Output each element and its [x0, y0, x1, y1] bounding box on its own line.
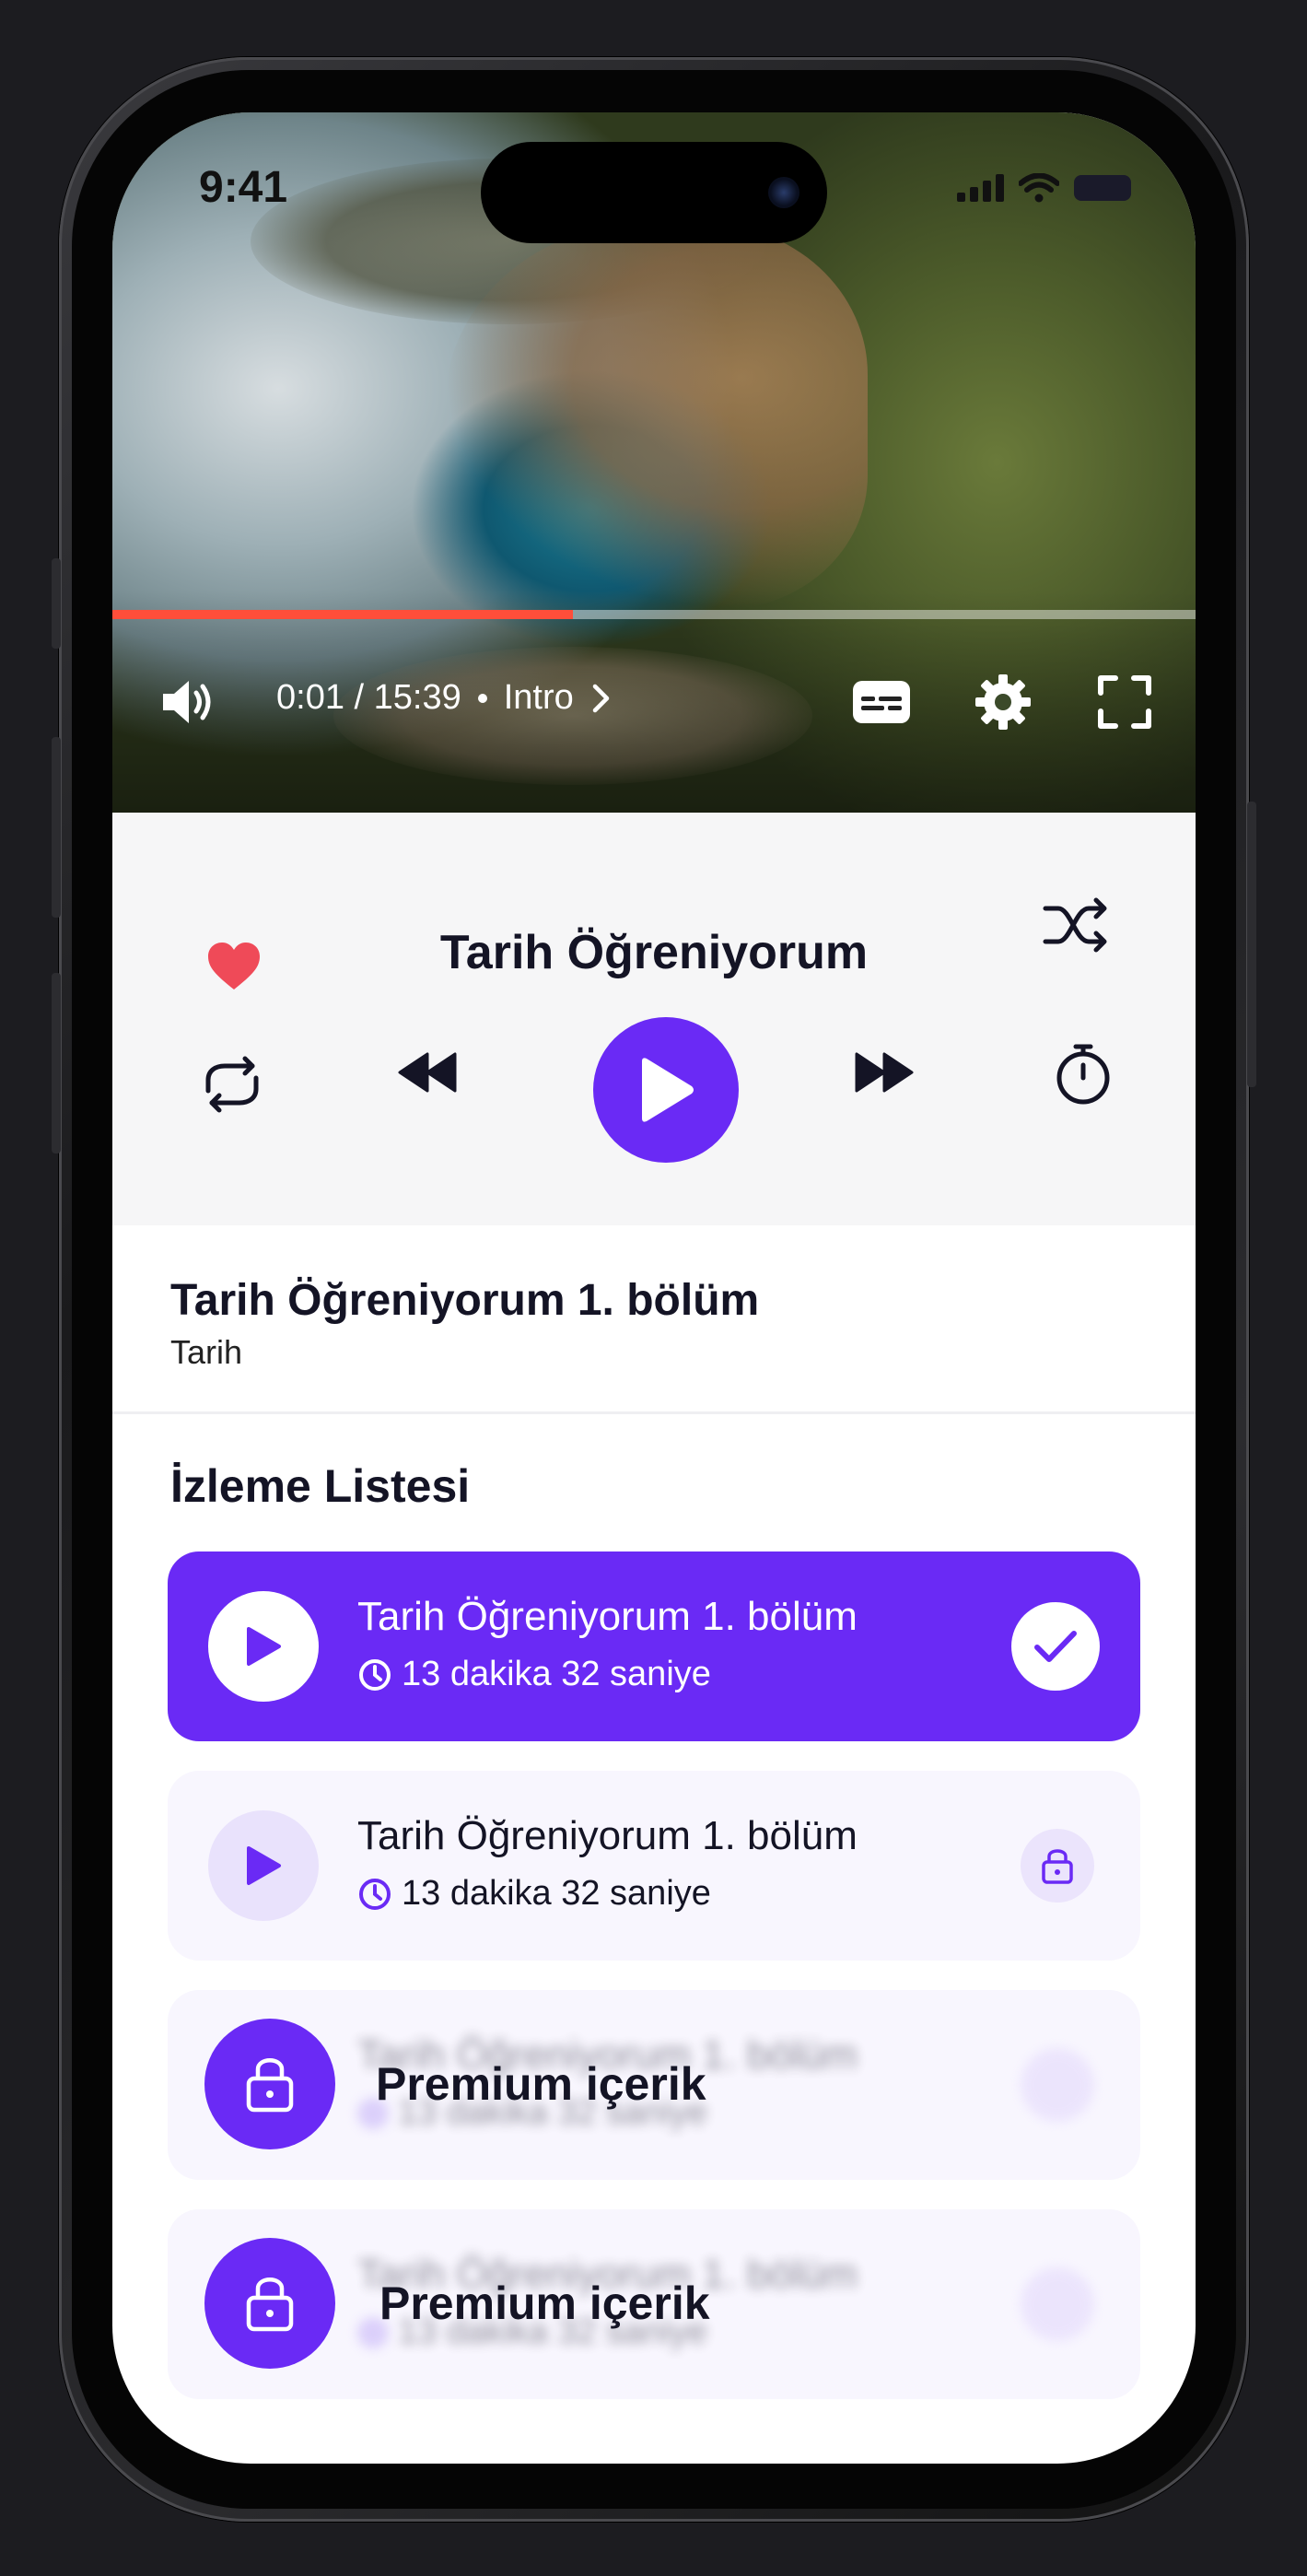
- video-progress-bar[interactable]: [112, 610, 1196, 619]
- cellular-signal-icon: [957, 174, 1004, 202]
- duration-text: 13 dakika 32 saniye: [402, 1874, 711, 1913]
- wifi-icon: [1019, 173, 1059, 203]
- subtitles-icon[interactable]: [849, 665, 914, 739]
- clock-icon: [359, 1658, 391, 1691]
- play-circle[interactable]: [208, 1591, 319, 1702]
- action-button: [52, 558, 61, 649]
- episode-title: Tarih Öğreniyorum 1. bölüm: [170, 1276, 760, 1325]
- volume-up-button: [52, 737, 61, 918]
- rewind-icon[interactable]: [396, 1052, 459, 1093]
- status-icons: [957, 173, 1131, 203]
- watchlist-item-locked[interactable]: Tarih Öğreniyorum 1. bölüm 13 dakika 32 …: [168, 1771, 1140, 1961]
- lock-badge: [1021, 2048, 1094, 2122]
- volume-icon[interactable]: [155, 665, 219, 739]
- video-controls: 0:01 / 15:39 Intro: [112, 665, 1196, 739]
- chevron-right-icon[interactable]: [590, 682, 613, 715]
- premium-lock-button[interactable]: [204, 2019, 335, 2149]
- checkmark-icon: [1034, 1631, 1077, 1662]
- duration-text: 13 dakika 32 saniye: [402, 1655, 711, 1693]
- list-item-duration: 13 dakika 32 saniye: [357, 1874, 711, 1914]
- play-icon: [642, 1058, 694, 1122]
- chapter-label[interactable]: Intro: [504, 678, 574, 718]
- lock-icon: [246, 2277, 294, 2332]
- episode-info: Tarih Öğreniyorum 1. bölüm Tarih: [170, 1275, 759, 1372]
- lock-badge: [1021, 1829, 1094, 1903]
- premium-overlay[interactable]: Premium içerik: [204, 2019, 706, 2149]
- favorite-heart-icon[interactable]: [206, 942, 262, 996]
- episode-category: Tarih: [170, 1333, 243, 1371]
- lock-icon: [1042, 1849, 1073, 1884]
- list-item-title: Tarih Öğreniyorum 1. bölüm: [357, 1594, 858, 1639]
- fullscreen-icon[interactable]: [1092, 665, 1157, 739]
- watchlist-item-completed[interactable]: Tarih Öğreniyorum 1. bölüm 13 dakika 32 …: [168, 1551, 1140, 1741]
- shuffle-icon[interactable]: [1043, 896, 1111, 959]
- timer-stopwatch-icon[interactable]: [1054, 1041, 1113, 1106]
- volume-down-button: [52, 973, 61, 1153]
- video-time-info: 0:01 / 15:39 Intro: [276, 678, 613, 718]
- premium-label: Premium içerik: [376, 2058, 706, 2110]
- section-divider: [112, 1411, 1196, 1414]
- video-player[interactable]: 9:41 0:01 / 15:39 Intro: [112, 112, 1196, 813]
- player-title: Tarih Öğreniyorum: [439, 926, 869, 979]
- play-icon: [247, 1846, 281, 1885]
- completed-check-badge: [1011, 1602, 1100, 1691]
- video-frame-cliff: [444, 223, 868, 610]
- premium-overlay[interactable]: Premium içerik: [204, 2238, 710, 2369]
- status-time: 9:41: [199, 163, 288, 212]
- premium-label: Premium içerik: [379, 2277, 710, 2329]
- app-screen: 9:41 0:01 / 15:39 Intro Tarih Öğreniyoru…: [112, 112, 1196, 2464]
- dynamic-island: [481, 142, 827, 243]
- clock-icon: [359, 1878, 391, 1910]
- camera-icon: [768, 177, 799, 208]
- separator-dot: [477, 693, 487, 703]
- play-circle[interactable]: [208, 1810, 319, 1921]
- premium-lock-button[interactable]: [204, 2238, 335, 2369]
- video-time-display: 0:01 / 15:39: [276, 678, 461, 717]
- watchlist-heading: İzleme Listesi: [170, 1460, 471, 1512]
- repeat-icon[interactable]: [197, 1052, 267, 1117]
- list-item-title: Tarih Öğreniyorum 1. bölüm: [357, 1813, 858, 1858]
- play-icon: [247, 1627, 281, 1666]
- power-button: [1247, 802, 1256, 1087]
- fast-forward-icon[interactable]: [853, 1052, 916, 1093]
- lock-icon: [246, 2058, 294, 2113]
- video-progress-fill: [112, 610, 573, 619]
- audio-player-panel: Tarih Öğreniyorum: [112, 813, 1196, 1225]
- settings-gear-icon[interactable]: [971, 665, 1035, 739]
- list-item-duration: 13 dakika 32 saniye: [357, 1655, 711, 1694]
- play-button[interactable]: [593, 1017, 739, 1163]
- battery-icon: [1074, 175, 1131, 201]
- lock-badge: [1021, 2267, 1094, 2341]
